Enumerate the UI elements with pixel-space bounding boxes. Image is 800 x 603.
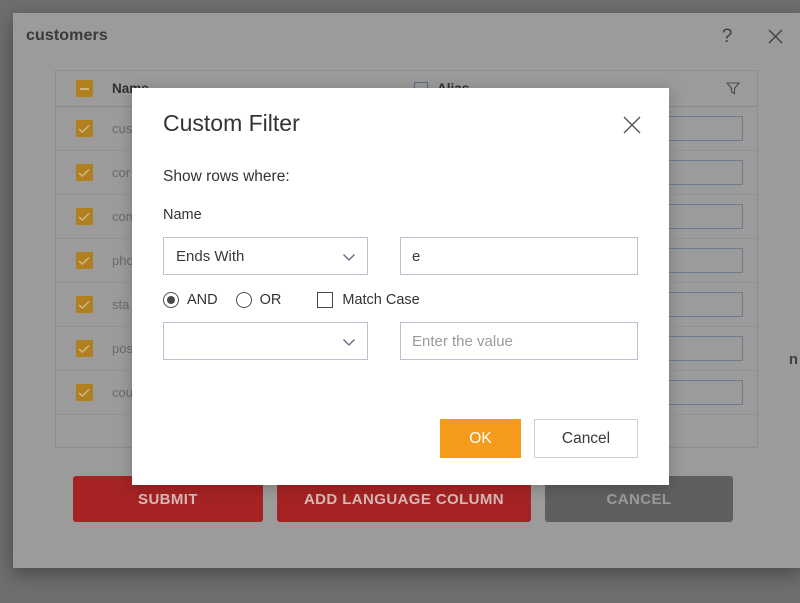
row-alias-input[interactable]: [665, 116, 743, 141]
dialog-cancel-button[interactable]: Cancel: [534, 419, 638, 458]
dialog-body: Show rows where: Name Ends With AND: [132, 168, 669, 360]
row-alias-input[interactable]: [665, 336, 743, 361]
row-checkbox[interactable]: [76, 340, 93, 357]
operator-select-1-value: Ends With: [164, 248, 244, 265]
row-select-cell[interactable]: [56, 296, 112, 313]
row-select-cell[interactable]: [56, 208, 112, 225]
row-checkbox[interactable]: [76, 164, 93, 181]
page-title: customers: [26, 27, 108, 45]
show-rows-label: Show rows where:: [163, 168, 638, 186]
radio-selected-dot: [167, 296, 175, 304]
row-alias-input[interactable]: [665, 204, 743, 229]
funnel-filter-icon[interactable]: [725, 80, 741, 96]
row-checkbox[interactable]: [76, 120, 93, 137]
row-alias-input[interactable]: [665, 160, 743, 185]
radio-or-icon: [236, 292, 252, 308]
titlebar-controls: ?: [716, 23, 786, 49]
row-select-cell[interactable]: [56, 164, 112, 181]
operator-select-2[interactable]: [163, 322, 368, 360]
match-case-label: Match Case: [342, 292, 419, 308]
row-select-cell[interactable]: [56, 252, 112, 269]
row-alias-input[interactable]: [665, 292, 743, 317]
radio-and-label: AND: [187, 292, 218, 308]
dialog-header: Custom Filter: [132, 88, 669, 154]
select-all-checkbox[interactable]: [76, 80, 93, 97]
close-icon[interactable]: [621, 114, 643, 136]
close-icon[interactable]: [764, 23, 786, 49]
filter-value-input-1[interactable]: [400, 237, 638, 275]
dialog-footer: OK Cancel: [440, 419, 638, 458]
row-select-cell[interactable]: [56, 340, 112, 357]
select-all-cell[interactable]: [56, 80, 112, 97]
filter-field-label: Name: [163, 207, 638, 223]
screen-root: customers ? Name: [0, 0, 800, 603]
row-alias-input[interactable]: [665, 380, 743, 405]
row-select-cell[interactable]: [56, 384, 112, 401]
chevron-down-icon: [342, 336, 356, 348]
radio-and[interactable]: AND: [163, 292, 236, 308]
chevron-down-icon: [342, 251, 356, 263]
filter-value-input-2[interactable]: [400, 322, 638, 360]
radio-and-icon: [163, 292, 179, 308]
window-titlebar: customers ?: [13, 13, 800, 63]
radio-or[interactable]: OR: [236, 292, 300, 308]
ok-button[interactable]: OK: [440, 419, 521, 458]
row-alias-input[interactable]: [665, 248, 743, 273]
radio-or-label: OR: [260, 292, 282, 308]
indeterminate-dash-icon: [80, 88, 89, 90]
custom-filter-dialog: Custom Filter Show rows where: Name Ends…: [132, 88, 669, 485]
row-select-cell[interactable]: [56, 120, 112, 137]
match-case-checkbox-icon: [317, 292, 333, 308]
row-checkbox[interactable]: [76, 384, 93, 401]
row-checkbox[interactable]: [76, 252, 93, 269]
row-checkbox[interactable]: [76, 296, 93, 313]
logic-operator-row: AND OR Match Case: [163, 292, 638, 308]
condition-row-2: [163, 322, 638, 360]
condition-row-1: Ends With: [163, 237, 638, 275]
question-mark-icon[interactable]: ?: [716, 23, 738, 49]
dialog-title: Custom Filter: [163, 110, 300, 137]
operator-select-1[interactable]: Ends With: [163, 237, 368, 275]
match-case-checkbox-group[interactable]: Match Case: [317, 292, 419, 308]
side-partial-text: n: [789, 351, 798, 368]
row-checkbox[interactable]: [76, 208, 93, 225]
